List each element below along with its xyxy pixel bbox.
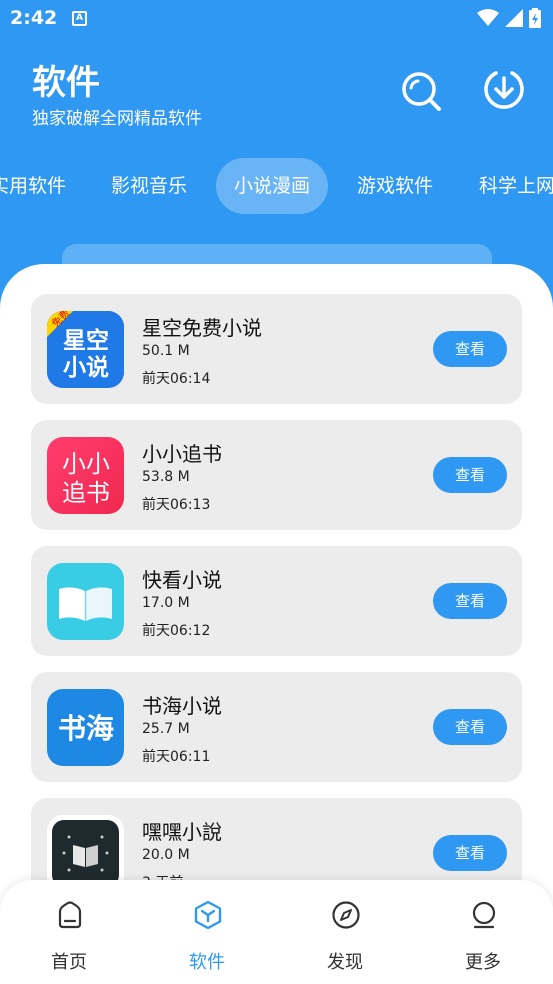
category-tabs: 实用软件 影视音乐 小说漫画 游戏软件 科学上网: [0, 158, 553, 214]
app-icon: 免费 星空 小说: [47, 311, 124, 388]
nav-label: 更多: [465, 952, 501, 973]
app-size: 53.8 M: [142, 469, 190, 485]
app-icon-text: 书海: [58, 712, 114, 745]
app-name: 嘿嘿小說: [142, 820, 222, 844]
app-icon: 书海: [47, 689, 124, 766]
app-size: 25.7 M: [142, 721, 190, 737]
search-icon: [402, 72, 441, 111]
home-icon: [58, 901, 82, 929]
view-button[interactable]: 查看: [433, 835, 507, 871]
app-name: 书海小说: [142, 694, 222, 718]
nav-discover[interactable]: 发现: [276, 880, 414, 984]
app-size: 17.0 M: [142, 595, 190, 611]
app-size: 50.1 M: [142, 343, 190, 359]
search-button[interactable]: [400, 70, 442, 112]
list-item[interactable]: 快看小说 17.0 M 前天06:12 查看: [31, 546, 522, 656]
page-subtitle: 独家破解全网精品软件: [32, 109, 202, 129]
status-bar: 2:42 A: [0, 0, 553, 38]
status-icons: [477, 8, 541, 28]
signal-icon: [505, 9, 523, 27]
status-time: 2:42: [10, 7, 58, 29]
view-button[interactable]: 查看: [433, 709, 507, 745]
tab-novel-comic[interactable]: 小说漫画: [216, 158, 329, 214]
wifi-icon: [477, 9, 499, 26]
user-icon: [472, 901, 496, 929]
app-name: 小小追书: [142, 442, 222, 466]
notification-icon: A: [72, 11, 87, 26]
cube-icon: [194, 900, 222, 930]
app-icon: [47, 563, 124, 640]
app-icon-text: 小说: [63, 354, 109, 381]
list-item[interactable]: 免费 星空 小说 星空免费小说 50.1 M 前天06:14 查看: [31, 294, 522, 404]
list-item[interactable]: 小小 追书 小小追书 53.8 M 前天06:13 查看: [31, 420, 522, 530]
tab-video-music[interactable]: 影视音乐: [111, 158, 187, 214]
view-button[interactable]: 查看: [433, 331, 507, 367]
download-icon: [484, 71, 524, 109]
battery-icon: [529, 8, 541, 28]
tab-vpn[interactable]: 科学上网: [479, 158, 553, 214]
app-time: 前天06:12: [142, 623, 211, 639]
tab-games[interactable]: 游戏软件: [357, 158, 433, 214]
app-time: 前天06:13: [142, 497, 211, 513]
app-name: 星空免费小说: [142, 316, 262, 340]
app-icon-text: 星空: [63, 327, 109, 354]
download-button[interactable]: [482, 68, 526, 112]
book-icon: [47, 563, 124, 640]
nav-home[interactable]: 首页: [0, 880, 138, 984]
app-name: 快看小说: [142, 568, 222, 592]
view-button[interactable]: 查看: [433, 583, 507, 619]
app-icon: 小小 追书: [47, 437, 124, 514]
nav-label: 软件: [189, 952, 225, 973]
page-title: 软件: [32, 63, 100, 103]
bottom-nav: 首页 软件 发现 更多: [0, 880, 553, 984]
nav-more[interactable]: 更多: [414, 880, 552, 984]
list-item[interactable]: 书海 书海小说 25.7 M 前天06:11 查看: [31, 672, 522, 782]
nav-software[interactable]: 软件: [138, 880, 276, 984]
app-list: 免费 星空 小说 星空免费小说 50.1 M 前天06:14 查看 小小 追书 …: [0, 264, 553, 984]
tab-practical[interactable]: 实用软件: [0, 158, 66, 214]
app-time: 前天06:14: [142, 371, 211, 387]
app-icon-text: 追书: [62, 479, 110, 507]
nav-label: 首页: [51, 952, 87, 973]
view-button[interactable]: 查看: [433, 457, 507, 493]
app-time: 前天06:11: [142, 749, 211, 765]
app-icon-text: 小小: [62, 450, 110, 478]
app-size: 20.0 M: [142, 847, 190, 863]
nav-label: 发现: [327, 952, 363, 973]
compass-icon: [332, 901, 360, 929]
